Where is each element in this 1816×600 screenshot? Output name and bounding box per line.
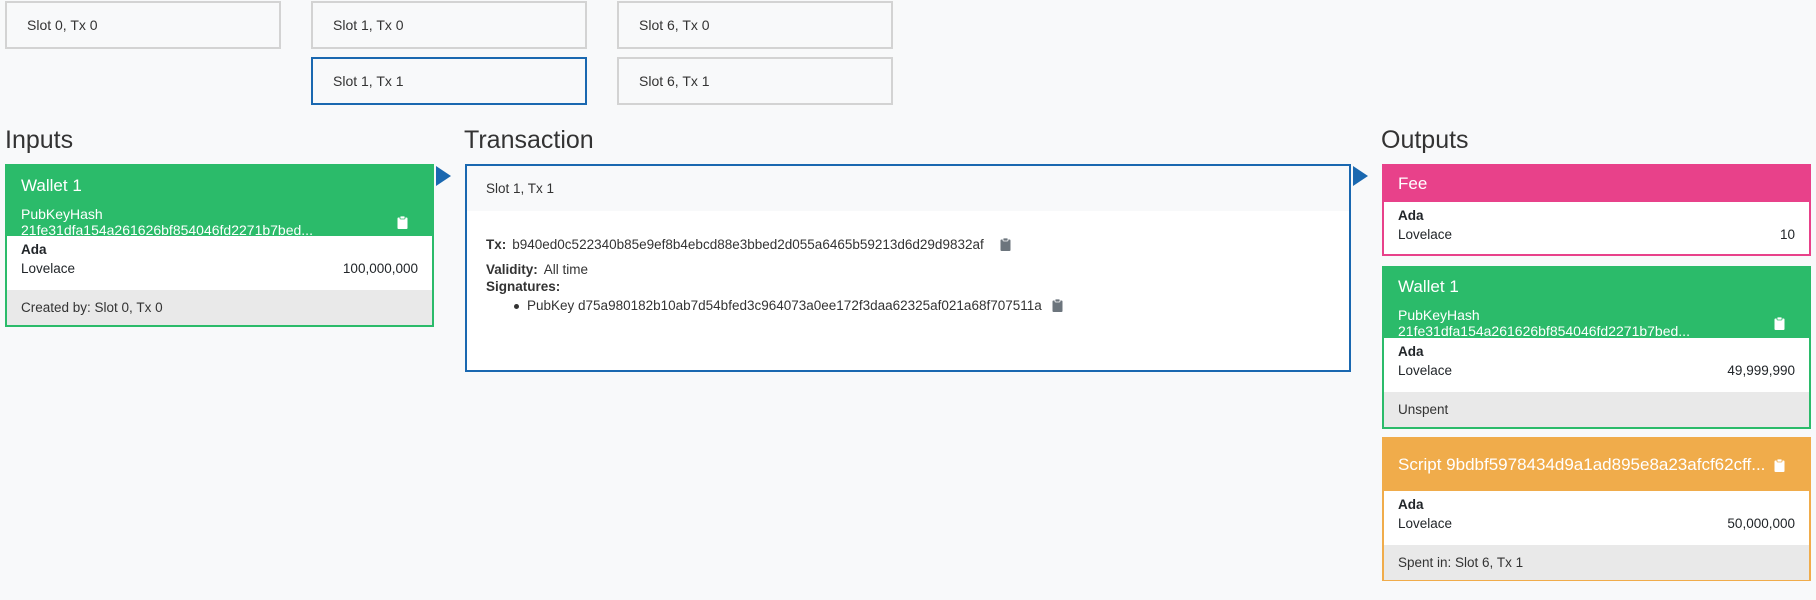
output-wallet-amount: 49,999,990 — [1727, 363, 1795, 378]
input-asset-name: Ada — [21, 242, 47, 257]
output-pubkey-hash: PubKeyHash 21fe31dfa154a261626bf854046fd… — [1398, 307, 1690, 339]
signatures-label: Signatures: — [486, 279, 561, 294]
clipboard-icon[interactable] — [1774, 316, 1785, 330]
transaction-header: Slot 1, Tx 1 — [467, 166, 1349, 211]
script-spent-in: Spent in: Slot 6, Tx 1 — [1384, 545, 1809, 580]
slot-6-tx-0-button[interactable]: Slot 6, Tx 0 — [617, 1, 893, 49]
input-wallet-name: Wallet 1 — [21, 176, 82, 195]
input-token-name: Lovelace — [21, 261, 76, 276]
input-amount: 100,000,000 — [342, 261, 418, 276]
output-wallet-status: Unspent — [1384, 392, 1809, 427]
fee-token-name: Lovelace — [1398, 227, 1453, 242]
output-wallet-token-name: Lovelace — [1398, 363, 1453, 378]
play-arrow-icon — [436, 166, 451, 186]
slot-1-tx-1-button[interactable]: Slot 1, Tx 1 — [311, 57, 587, 105]
fee-title: Fee — [1398, 174, 1428, 193]
clipboard-icon[interactable] — [1774, 458, 1785, 472]
signature-pubkey: PubKey d75a980182b10ab7d54bfed3c964073a0… — [527, 298, 1042, 313]
clipboard-icon[interactable] — [397, 215, 408, 229]
fee-asset-name: Ada — [1398, 208, 1424, 223]
outputs-title: Outputs — [1381, 126, 1469, 154]
validity-label: Validity: — [486, 262, 538, 277]
transaction-panel: Slot 1, Tx 1 Tx: b940ed0c522340b85e9ef8b… — [465, 164, 1351, 372]
tx-hash: b940ed0c522340b85e9ef8b4ebcd88e3bbed2d05… — [512, 237, 984, 252]
clipboard-icon[interactable] — [1000, 238, 1011, 251]
script-asset-name: Ada — [1398, 497, 1424, 512]
output-card-wallet-1: Wallet 1 PubKeyHash 21fe31dfa154a261626b… — [1382, 266, 1811, 429]
fee-amount: 10 — [1779, 227, 1795, 242]
script-title: Script 9bdbf5978434d9a1ad895e8a23afcf62c… — [1398, 455, 1766, 474]
validity-value: All time — [543, 262, 589, 277]
output-wallet-name: Wallet 1 — [1398, 277, 1459, 296]
input-created-by: Created by: Slot 0, Tx 0 — [7, 290, 432, 325]
tx-label: Tx: — [486, 237, 507, 252]
script-token-name: Lovelace — [1398, 516, 1453, 531]
script-amount: 50,000,000 — [1727, 516, 1795, 531]
output-card-fee: Fee Ada Lovelace 10 — [1382, 164, 1811, 256]
input-pubkey-hash: PubKeyHash 21fe31dfa154a261626bf854046fd… — [21, 206, 313, 238]
play-arrow-icon — [1353, 166, 1368, 186]
transaction-title: Transaction — [464, 126, 594, 154]
list-item: PubKey d75a980182b10ab7d54bfed3c964073a0… — [514, 298, 1349, 313]
inputs-title: Inputs — [5, 126, 74, 154]
slot-0-tx-0-button[interactable]: Slot 0, Tx 0 — [5, 1, 281, 49]
clipboard-icon[interactable] — [1052, 299, 1063, 312]
output-card-script: Script 9bdbf5978434d9a1ad895e8a23afcf62c… — [1382, 437, 1811, 581]
output-wallet-asset-name: Ada — [1398, 344, 1424, 359]
signatures-list: PubKey d75a980182b10ab7d54bfed3c964073a0… — [486, 298, 1349, 313]
slot-6-tx-1-button[interactable]: Slot 6, Tx 1 — [617, 57, 893, 105]
slot-1-tx-0-button[interactable]: Slot 1, Tx 0 — [311, 1, 587, 49]
input-card-wallet-1: Wallet 1 PubKeyHash 21fe31dfa154a261626b… — [5, 164, 434, 327]
